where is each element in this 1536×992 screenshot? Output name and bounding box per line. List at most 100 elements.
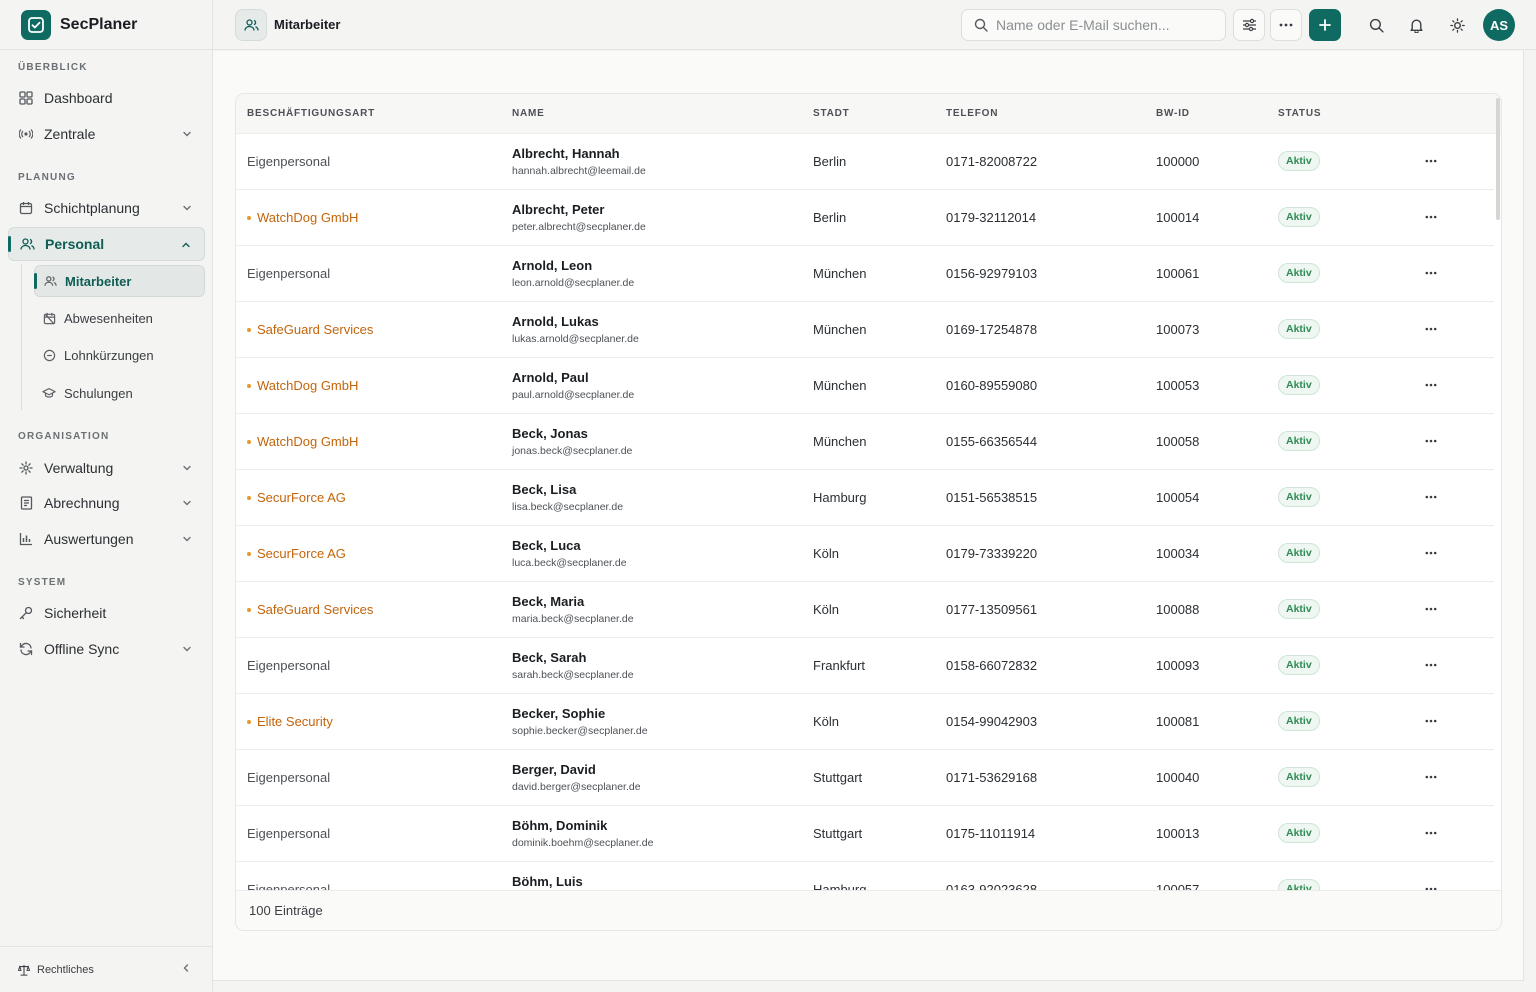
- global-search-button[interactable]: [1367, 16, 1385, 34]
- row-actions-button[interactable]: [1421, 319, 1441, 339]
- employee-name[interactable]: Arnold, Paul: [512, 370, 589, 385]
- table-row[interactable]: SafeGuard Services Beck, Maria maria.beck@…: [236, 582, 1494, 638]
- employment-type[interactable]: WatchDog GmbH: [247, 210, 358, 225]
- table-row[interactable]: EigenpersonalBöhm, Luisluis.boehm@secpla…: [236, 862, 1494, 890]
- nav-zentrale[interactable]: Zentrale: [8, 117, 205, 151]
- row-actions-button[interactable]: [1421, 431, 1441, 451]
- table-row[interactable]: WatchDog GmbH Arnold, Paul paul.arnold@sec…: [236, 358, 1494, 414]
- scrollbar[interactable]: [1494, 94, 1501, 890]
- nav-sicherheit[interactable]: Sicherheit: [8, 596, 205, 630]
- employee-name[interactable]: Beck, Luca: [512, 538, 581, 553]
- table-body: Eigenpersonal Albrecht, Hannah hannah.albr…: [236, 134, 1494, 890]
- row-actions-button[interactable]: [1421, 263, 1441, 283]
- nav-dashboard[interactable]: Dashboard: [8, 81, 205, 115]
- employee-name[interactable]: Becker, Sophie: [512, 706, 605, 721]
- row-actions-button[interactable]: [1421, 599, 1441, 619]
- nav-auswertungen[interactable]: Auswertungen: [8, 522, 205, 556]
- chevron-down-icon: [181, 127, 193, 143]
- employment-type[interactable]: SecurForce AG: [247, 490, 346, 505]
- table-row[interactable]: WatchDog GmbH Beck, Jonas jonas.beck@secpl…: [236, 414, 1494, 470]
- employment-type[interactable]: SafeGuard Services: [247, 602, 373, 617]
- table-row[interactable]: Eigenpersonal Böhm, Dominik dominik.boehm@…: [236, 806, 1494, 862]
- table-row[interactable]: Elite Security Becker, Sophie sophie.becke…: [236, 694, 1494, 750]
- nav-schichtplanung[interactable]: Schichtplanung: [8, 191, 205, 225]
- nav-offline-sync[interactable]: Offline Sync: [8, 632, 205, 666]
- subnav-schulungen[interactable]: Schulungen: [34, 377, 205, 409]
- column-header-phone[interactable]: TELEFON: [946, 108, 998, 119]
- employee-name[interactable]: Albrecht, Peter: [512, 202, 604, 217]
- table-row[interactable]: Eigenpersonal Arnold, Leon leon.arnold@sec…: [236, 246, 1494, 302]
- employee-name[interactable]: Albrecht, Hannah: [512, 146, 620, 161]
- row-actions-button[interactable]: [1421, 151, 1441, 171]
- employee-name[interactable]: Arnold, Lukas: [512, 314, 599, 329]
- employee-name[interactable]: Beck, Lisa: [512, 482, 576, 497]
- nav-abrechnung[interactable]: Abrechnung: [8, 486, 205, 520]
- employment-type[interactable]: WatchDog GmbH: [247, 378, 358, 393]
- filter-button[interactable]: [1233, 9, 1265, 41]
- row-actions-button[interactable]: [1421, 879, 1441, 890]
- row-actions-button[interactable]: [1421, 487, 1441, 507]
- brand[interactable]: SecPlaner: [0, 0, 212, 50]
- row-actions-button[interactable]: [1421, 711, 1441, 731]
- chevron-down-icon: [181, 642, 193, 658]
- employment-type[interactable]: SecurForce AG: [247, 546, 346, 561]
- status-badge: Aktiv: [1278, 431, 1320, 451]
- column-header-bwid[interactable]: BW-ID: [1156, 108, 1190, 119]
- employee-phone: 0155-66356544: [946, 434, 1038, 449]
- filter-icon: [1242, 18, 1257, 32]
- column-header-city[interactable]: STADT: [813, 108, 850, 119]
- notifications-button[interactable]: [1407, 16, 1425, 34]
- table-row[interactable]: SecurForce AG Beck, Lisa lisa.beck@secplan…: [236, 470, 1494, 526]
- subnav-abwesenheiten[interactable]: Abwesenheiten: [34, 302, 205, 334]
- row-actions-button[interactable]: [1421, 207, 1441, 227]
- avatar[interactable]: AS: [1483, 9, 1515, 41]
- column-header-status[interactable]: STATUS: [1278, 108, 1321, 119]
- scrollbar-thumb[interactable]: [1496, 98, 1500, 220]
- employment-type[interactable]: Elite Security: [247, 714, 333, 729]
- column-header-employment-type[interactable]: BESCHÄFTIGUNGSART: [247, 108, 375, 119]
- chevron-left-icon[interactable]: [180, 962, 192, 977]
- more-icon: [1425, 551, 1437, 555]
- subnav-label: Mitarbeiter: [65, 273, 132, 289]
- employee-name[interactable]: Arnold, Leon: [512, 258, 592, 273]
- employment-type[interactable]: SafeGuard Services: [247, 322, 373, 337]
- subnav-mitarbeiter[interactable]: Mitarbeiter: [34, 265, 205, 297]
- nav-personal[interactable]: Personal: [8, 227, 205, 261]
- table-row[interactable]: Eigenpersonal Beck, Sarah sarah.beck@secpl…: [236, 638, 1494, 694]
- row-actions-button[interactable]: [1421, 767, 1441, 787]
- more-icon: [1425, 159, 1437, 163]
- add-employee-button[interactable]: [1309, 9, 1341, 41]
- search-box[interactable]: [961, 9, 1226, 41]
- employment-type: Eigenpersonal: [247, 658, 331, 673]
- employee-email: david.berger@secplaner.de: [512, 781, 641, 793]
- employee-name[interactable]: Beck, Jonas: [512, 426, 588, 441]
- more-options-button[interactable]: [1270, 9, 1302, 41]
- chevron-down-icon: [181, 201, 193, 217]
- row-actions-button[interactable]: [1421, 823, 1441, 843]
- column-header-name[interactable]: NAME: [512, 108, 545, 119]
- users-icon: [235, 9, 267, 41]
- row-actions-button[interactable]: [1421, 543, 1441, 563]
- search-input[interactable]: [996, 17, 1216, 33]
- table-row[interactable]: WatchDog GmbH Albrecht, Peter peter.albrec…: [236, 190, 1494, 246]
- table-row[interactable]: Eigenpersonal Albrecht, Hannah hannah.albr…: [236, 134, 1494, 190]
- employment-type[interactable]: WatchDog GmbH: [247, 434, 358, 449]
- employee-name[interactable]: Beck, Sarah: [512, 650, 586, 665]
- employee-phone: 0175-11011914: [946, 826, 1036, 841]
- more-icon: [1279, 23, 1293, 27]
- subnav-lohnkuerzungen[interactable]: Lohnkürzungen: [34, 339, 205, 371]
- employee-name[interactable]: Böhm, Luis: [512, 874, 583, 889]
- nav-verwaltung[interactable]: Verwaltung: [8, 451, 205, 485]
- table-row[interactable]: Eigenpersonal Berger, David david.berger@s…: [236, 750, 1494, 806]
- employee-name[interactable]: Berger, David: [512, 762, 596, 777]
- legal-link[interactable]: Rechtliches: [37, 964, 94, 976]
- table-row[interactable]: SafeGuard Services Arnold, Lukas lukas.arn…: [236, 302, 1494, 358]
- status-badge: Aktiv: [1278, 487, 1320, 507]
- table-row[interactable]: SecurForce AG Beck, Luca luca.beck@secplan…: [236, 526, 1494, 582]
- row-actions-button[interactable]: [1421, 375, 1441, 395]
- row-actions-button[interactable]: [1421, 655, 1441, 675]
- more-icon: [1425, 271, 1437, 275]
- employee-name[interactable]: Böhm, Dominik: [512, 818, 607, 833]
- employee-name[interactable]: Beck, Maria: [512, 594, 584, 609]
- theme-toggle-button[interactable]: [1448, 16, 1466, 34]
